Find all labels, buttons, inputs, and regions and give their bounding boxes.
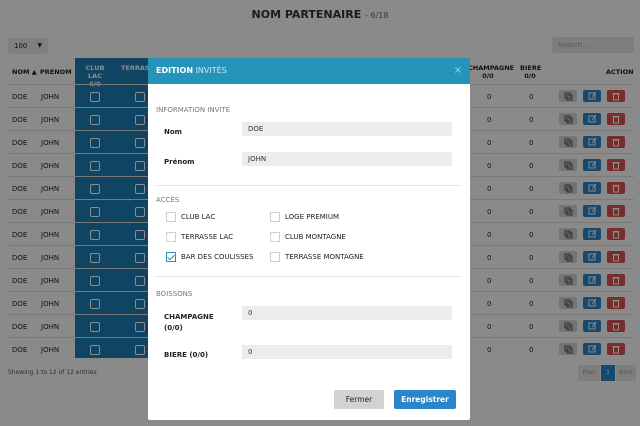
modal-title-bold: EDITION	[156, 66, 194, 75]
access-checkbox[interactable]	[166, 232, 176, 242]
edit-guest-modal: EDITION INVITÉS × INFORMATION INVITÉ Nom…	[148, 58, 470, 420]
close-icon[interactable]: ×	[454, 66, 462, 76]
access-checkbox[interactable]	[166, 252, 176, 262]
champagne-field[interactable]: 0	[242, 306, 452, 320]
access-checkbox[interactable]	[270, 252, 280, 262]
access-checkbox[interactable]	[166, 212, 176, 222]
save-button[interactable]: Enregistrer	[394, 390, 456, 409]
nom-label: Nom	[164, 128, 182, 136]
section-info-title: INFORMATION INVITÉ	[156, 106, 231, 114]
prenom-field[interactable]: JOHN	[242, 152, 452, 166]
champagne-label-text: CHAMPAGNE	[164, 313, 214, 321]
prenom-label: Prénom	[164, 158, 195, 166]
access-checkbox-label[interactable]: TERRASSE LAC	[181, 233, 233, 241]
access-checkbox-label[interactable]: CLUB MONTAGNE	[285, 233, 346, 241]
access-checkbox-label[interactable]: CLUB LAC	[181, 213, 215, 221]
champagne-label-count: (0/0)	[164, 324, 183, 332]
modal-title-rest: INVITÉS	[195, 66, 227, 75]
close-button[interactable]: Fermer	[334, 390, 384, 409]
access-checkbox[interactable]	[270, 232, 280, 242]
modal-header: EDITION INVITÉS	[148, 58, 470, 84]
champagne-label: CHAMPAGNE (0/0)	[164, 312, 214, 334]
section-drinks-title: BOISSONS	[156, 290, 193, 298]
section-access-title: ACCÈS	[156, 196, 180, 204]
access-checkbox-label[interactable]: TERRASSE MONTAGNE	[285, 253, 364, 261]
divider	[156, 185, 462, 186]
access-checkbox[interactable]	[270, 212, 280, 222]
biere-label: BIERE (0/0)	[164, 351, 209, 359]
nom-field[interactable]: DOE	[242, 122, 452, 136]
access-checkbox-label[interactable]: LOGE PREMIUM	[285, 213, 339, 221]
access-checkbox-label[interactable]: BAR DES COULISSES	[181, 253, 253, 261]
divider	[156, 276, 462, 277]
biere-field[interactable]: 0	[242, 345, 452, 359]
